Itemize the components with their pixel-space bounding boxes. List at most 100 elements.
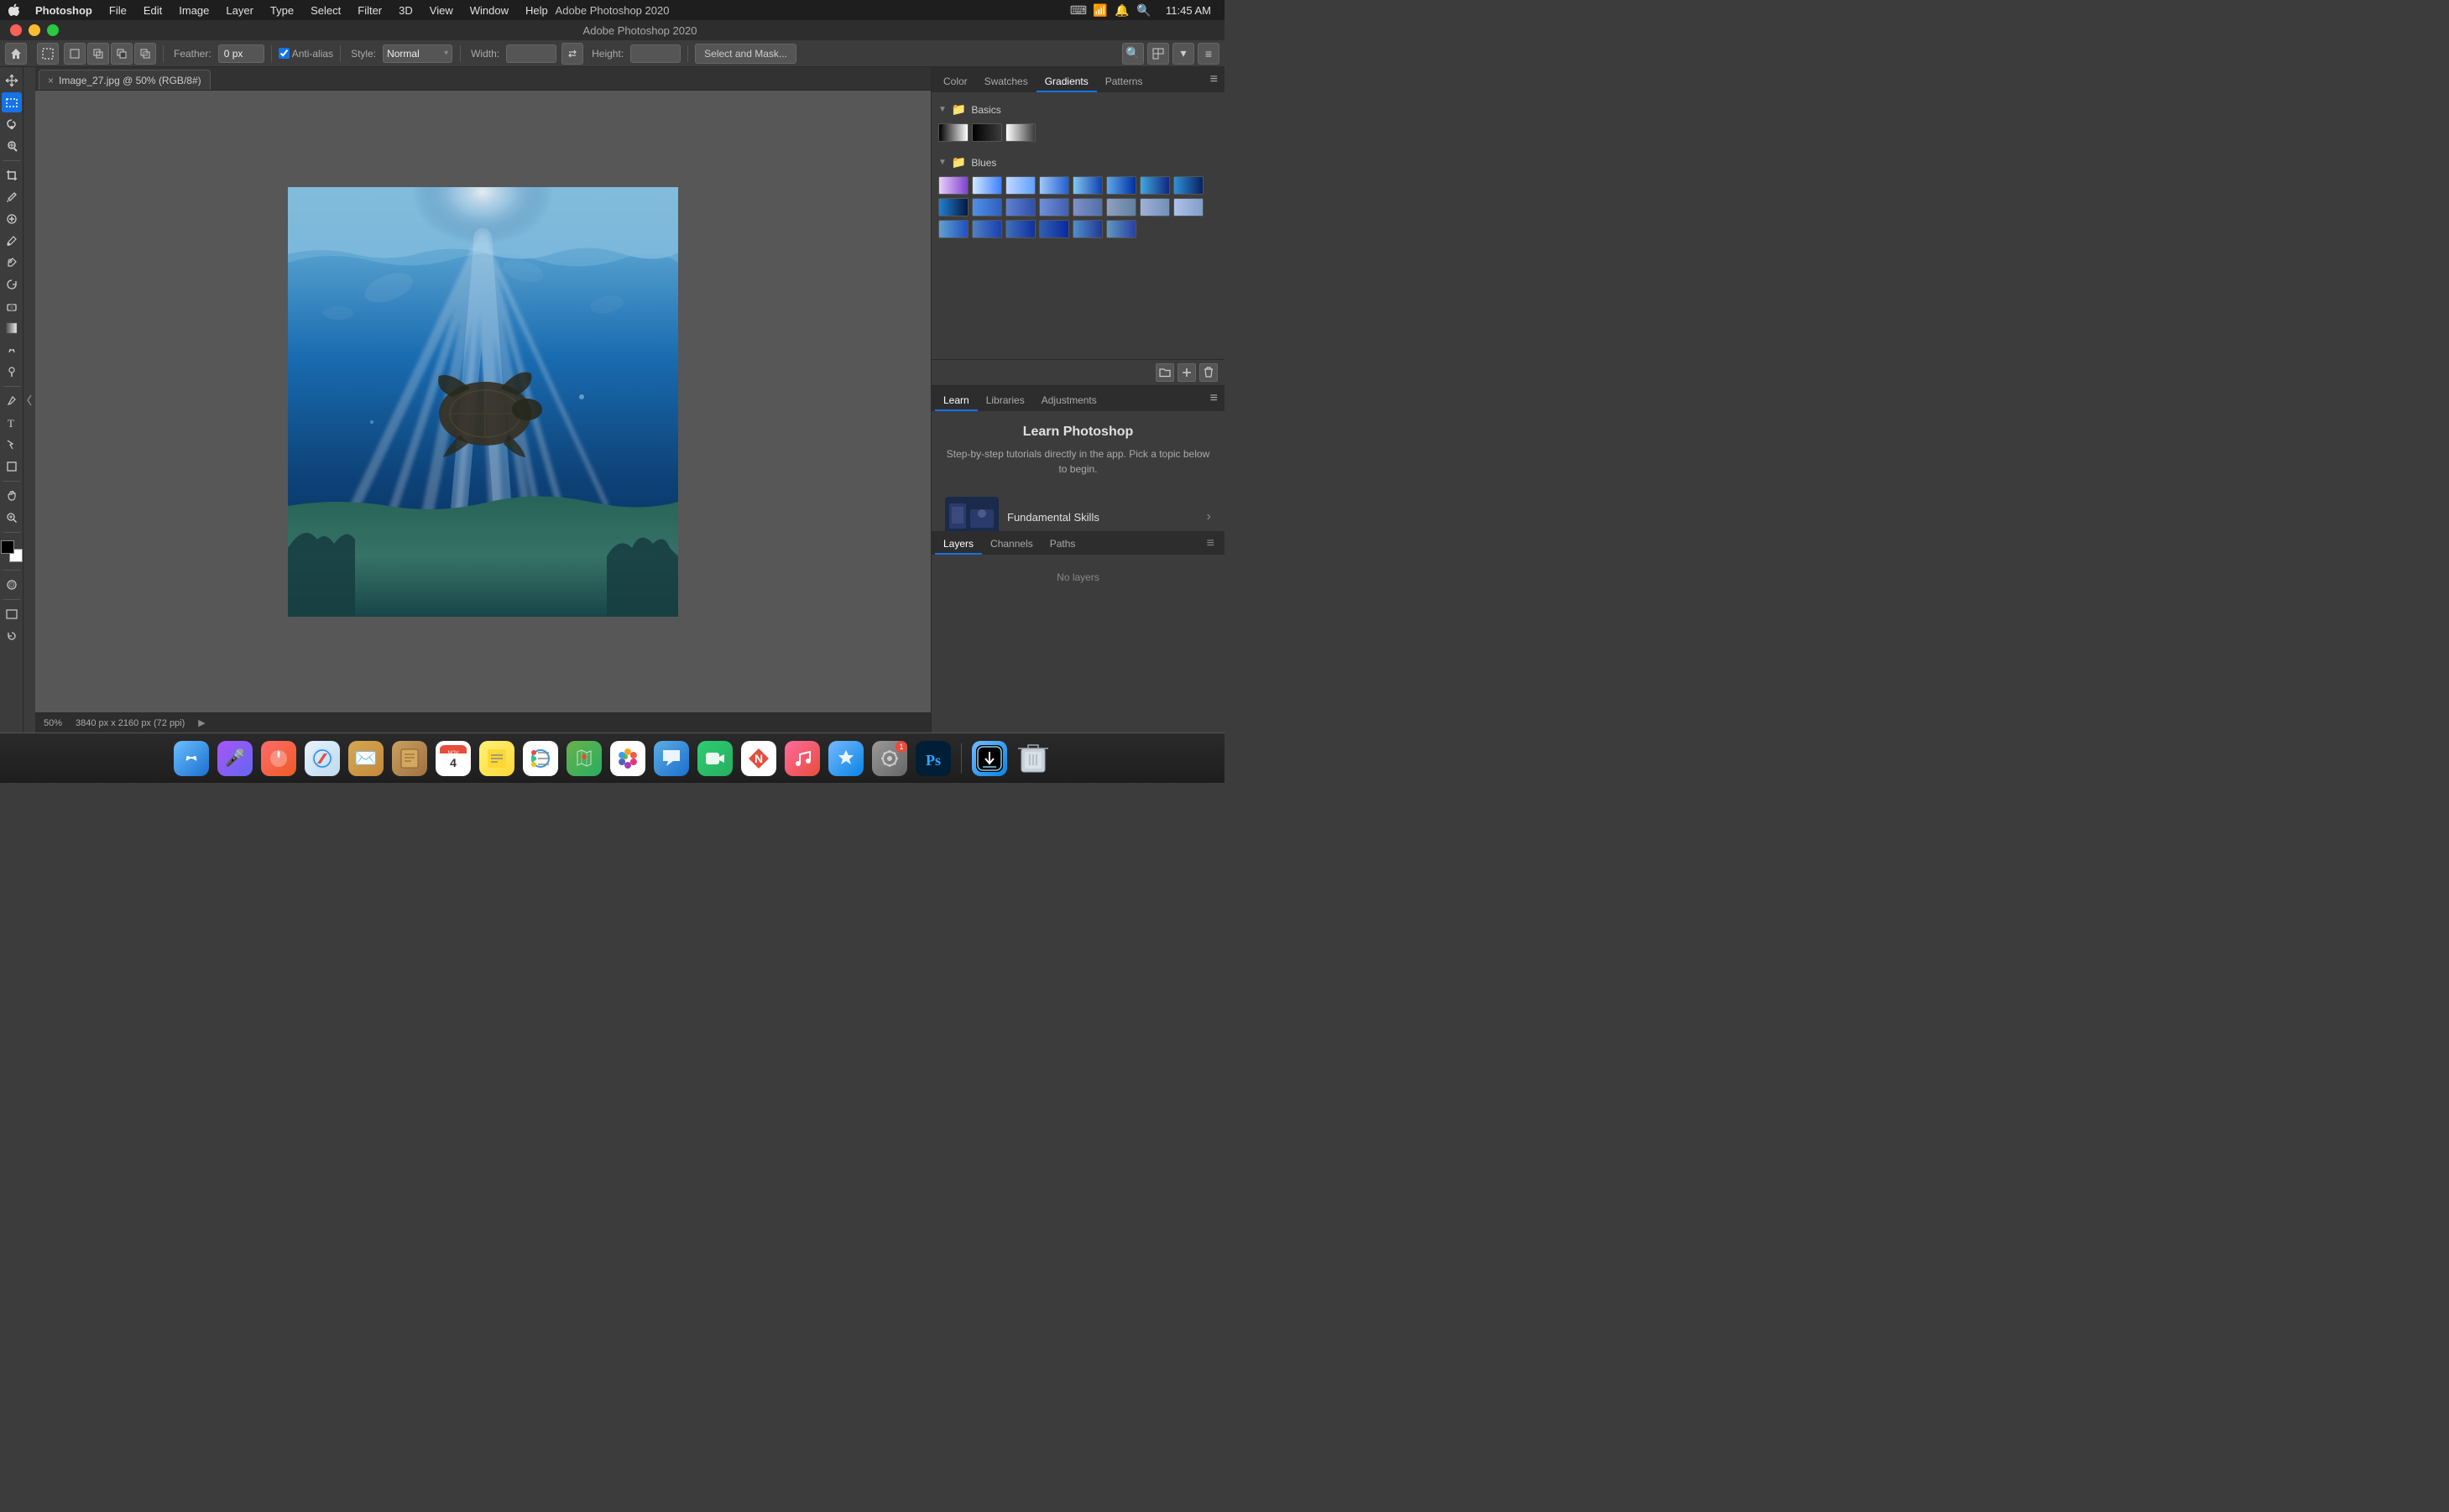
gradient-swatch[interactable] xyxy=(972,198,1002,216)
workspace-btn[interactable]: ▾ xyxy=(1172,43,1194,65)
dock-calendar[interactable]: 4NOV xyxy=(434,739,473,778)
tab-paths[interactable]: Paths xyxy=(1042,534,1084,555)
search-panel-btn[interactable]: 🔍 xyxy=(1122,43,1144,65)
dodge-tool[interactable] xyxy=(2,362,22,382)
intersect-selection-btn[interactable] xyxy=(134,43,156,65)
dock-notes[interactable] xyxy=(390,739,429,778)
gradient-swatch[interactable] xyxy=(1106,220,1136,238)
dock-finder[interactable] xyxy=(172,739,211,778)
basics-group-header[interactable]: ▼ 📁 Basics xyxy=(938,99,1218,120)
apple-menu[interactable] xyxy=(7,3,22,18)
gradient-tool[interactable] xyxy=(2,318,22,338)
color-swatches[interactable] xyxy=(1,540,23,562)
marquee-tool[interactable] xyxy=(2,92,22,112)
menu-3d[interactable]: 3D xyxy=(392,3,420,18)
height-input[interactable] xyxy=(630,44,681,63)
gradient-swatch[interactable] xyxy=(938,123,969,142)
dock-facetime[interactable] xyxy=(696,739,734,778)
shape-tool[interactable] xyxy=(2,456,22,477)
learn-options-btn[interactable]: ≡ xyxy=(1207,388,1221,409)
tab-libraries[interactable]: Libraries xyxy=(978,391,1033,411)
gradient-swatch[interactable] xyxy=(1005,220,1036,238)
gradient-swatch[interactable] xyxy=(1073,198,1103,216)
tab-patterns[interactable]: Patterns xyxy=(1097,72,1151,92)
dock-news[interactable]: N xyxy=(739,739,778,778)
gradient-swatch[interactable] xyxy=(1039,198,1069,216)
style-select[interactable]: Normal Fixed Ratio Fixed Size xyxy=(383,44,452,63)
gradient-swatch[interactable] xyxy=(1039,176,1069,195)
tab-gradients[interactable]: Gradients xyxy=(1037,72,1097,92)
quick-select-tool[interactable] xyxy=(2,136,22,156)
tab-adjustments[interactable]: Adjustments xyxy=(1033,391,1105,411)
gradient-swatch[interactable] xyxy=(1173,176,1204,195)
text-tool[interactable]: T xyxy=(2,413,22,433)
menu-type[interactable]: Type xyxy=(264,3,300,18)
menu-filter[interactable]: Filter xyxy=(351,3,389,18)
menu-file[interactable]: File xyxy=(102,3,133,18)
dock-messages[interactable] xyxy=(652,739,691,778)
nav-arrow[interactable]: ▶ xyxy=(198,717,205,728)
dock-reminders[interactable] xyxy=(521,739,560,778)
dock-photos[interactable] xyxy=(608,739,647,778)
notification-icon[interactable]: 🔔 xyxy=(1115,3,1129,17)
panel-options-btn[interactable]: ≡ xyxy=(1207,69,1221,91)
gradient-swatch[interactable] xyxy=(1140,198,1170,216)
canvas-tab[interactable]: × Image_27.jpg @ 50% (RGB/8#) xyxy=(39,70,211,90)
crop-tool[interactable] xyxy=(2,165,22,185)
delete-gradient-btn[interactable] xyxy=(1199,363,1218,382)
gradient-swatch[interactable] xyxy=(972,220,1002,238)
dock-trash[interactable] xyxy=(1014,739,1052,778)
home-btn[interactable] xyxy=(5,43,27,65)
tab-layers[interactable]: Layers xyxy=(935,534,982,555)
tab-learn[interactable]: Learn xyxy=(935,391,978,411)
clone-stamp-tool[interactable] xyxy=(2,253,22,273)
close-button[interactable] xyxy=(10,24,22,36)
width-input[interactable] xyxy=(506,44,556,63)
menu-help[interactable]: Help xyxy=(519,3,555,18)
screen-mode-btn[interactable] xyxy=(2,604,22,624)
gradient-swatch[interactable] xyxy=(1140,176,1170,195)
feather-input[interactable] xyxy=(218,44,264,63)
gradient-swatch[interactable] xyxy=(972,176,1002,195)
gradient-swatch[interactable] xyxy=(1106,198,1136,216)
dock-safari[interactable] xyxy=(303,739,342,778)
gradient-swatch[interactable] xyxy=(1073,176,1103,195)
dock-stickies[interactable] xyxy=(478,739,516,778)
tab-color[interactable]: Color xyxy=(935,72,976,92)
create-folder-btn[interactable] xyxy=(1156,363,1174,382)
menu-select[interactable]: Select xyxy=(304,3,347,18)
dock-maps[interactable] xyxy=(565,739,603,778)
quick-mask-btn[interactable] xyxy=(2,575,22,595)
select-and-mask-btn[interactable]: Select and Mask... xyxy=(695,44,796,64)
panel-collapse-btn[interactable] xyxy=(23,67,35,733)
search-icon[interactable]: 🔍 xyxy=(1137,3,1151,17)
create-gradient-btn[interactable] xyxy=(1178,363,1196,382)
gradient-swatch[interactable] xyxy=(1005,198,1036,216)
menu-image[interactable]: Image xyxy=(172,3,216,18)
eraser-tool[interactable] xyxy=(2,296,22,316)
blues-group-header[interactable]: ▼ 📁 Blues xyxy=(938,152,1218,173)
gradient-swatch[interactable] xyxy=(938,176,969,195)
subtract-selection-btn[interactable] xyxy=(111,43,133,65)
menu-edit[interactable]: Edit xyxy=(137,3,169,18)
menu-view[interactable]: View xyxy=(423,3,460,18)
dock-music[interactable] xyxy=(783,739,822,778)
pen-tool[interactable] xyxy=(2,391,22,411)
arrange-windows-btn[interactable] xyxy=(1147,43,1169,65)
gradient-swatch[interactable] xyxy=(938,220,969,238)
brush-tool[interactable] xyxy=(2,231,22,251)
add-selection-btn[interactable] xyxy=(87,43,109,65)
gradient-swatch[interactable] xyxy=(938,198,969,216)
gradient-swatch[interactable] xyxy=(972,123,1002,142)
wifi-icon[interactable]: 📶 xyxy=(1094,3,1107,17)
dock-photoshop[interactable]: Ps xyxy=(914,739,953,778)
help-icon-btn[interactable]: ≡ xyxy=(1198,43,1219,65)
bottom-panel-options[interactable]: ≡ xyxy=(1200,533,1221,555)
marquee-rect-btn[interactable] xyxy=(37,43,59,65)
new-selection-btn[interactable] xyxy=(64,43,86,65)
dock-mail[interactable]: ✉️ xyxy=(347,739,385,778)
learn-item-fundamental[interactable]: Fundamental Skills › xyxy=(938,490,1218,531)
lasso-tool[interactable] xyxy=(2,114,22,134)
dock-system-prefs[interactable]: 1 xyxy=(870,739,909,778)
dock-launchpad[interactable] xyxy=(259,739,298,778)
